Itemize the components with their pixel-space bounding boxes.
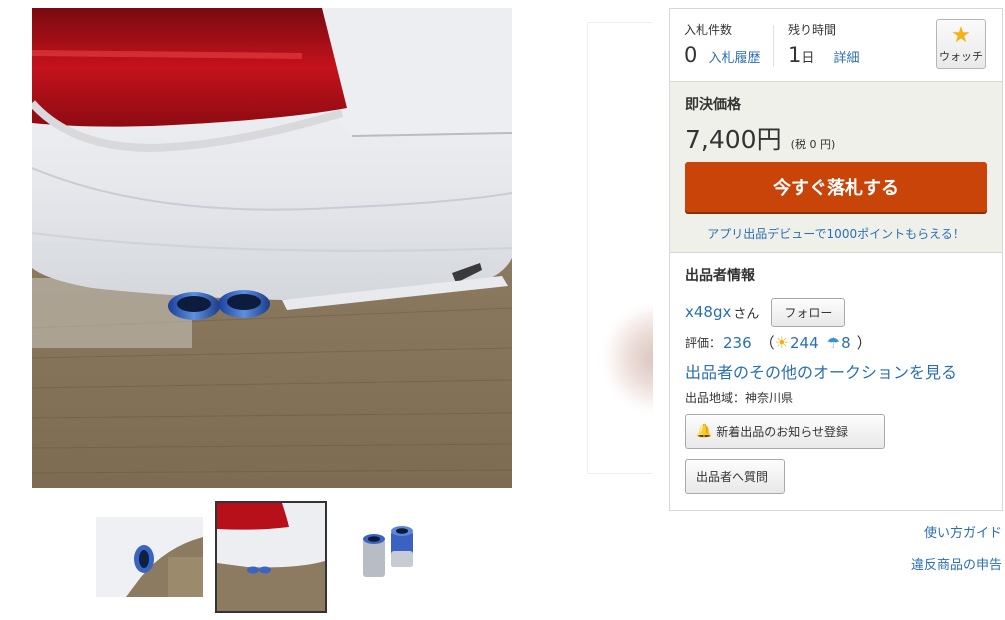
watch-button[interactable]: ★ ウォッチ <box>936 19 986 69</box>
bid-status-row: 入札件数 0 入札履歴 残り時間 1日 詳細 ★ ウォッチ <box>670 9 1002 81</box>
footer-links: 使い方ガイド 違反商品の申告 <box>911 522 1002 586</box>
seller-rating: 評価： 236 （ ☀ 244 ☂ 8 ） <box>685 332 987 353</box>
buy-now-button[interactable]: 今すぐ落札する <box>685 162 987 212</box>
time-left-value: 1 <box>788 43 802 67</box>
auction-info-panel: 入札件数 0 入札履歴 残り時間 1日 詳細 ★ ウォッチ 即決価格 7,400… <box>669 8 1003 511</box>
umbrella-icon: ☂ <box>826 333 841 352</box>
watch-label: ウォッチ <box>939 50 983 63</box>
blurred-preview <box>603 303 653 413</box>
ask-seller-button[interactable]: 出品者へ質問 <box>685 459 785 494</box>
tax-note: (税 0 円) <box>790 138 836 151</box>
buy-now-box: 即決価格 7,400円 (税 0 円) 今すぐ落札する アプリ出品デビューで10… <box>670 81 1002 253</box>
good-rating-link[interactable]: 244 <box>790 334 819 352</box>
buy-now-title: 即決価格 <box>685 97 741 113</box>
report-violation-link[interactable]: 違反商品の申告 <box>911 554 1002 573</box>
bell-icon: 🔔 <box>696 424 713 439</box>
time-left-unit: 日 <box>801 51 815 66</box>
next-image-preview[interactable] <box>587 22 653 474</box>
seller-name-link[interactable]: x48gx <box>685 303 731 321</box>
star-icon: ★ <box>951 23 971 48</box>
time-left-label: 残り時間 <box>788 23 837 37</box>
bid-history-link[interactable]: 入札履歴 <box>708 51 760 66</box>
thumbnail-3[interactable] <box>339 517 447 597</box>
seller-info: 出品者情報 x48gx さん フォロー 評価： 236 （ ☀ 244 ☂ 8 … <box>670 253 1002 506</box>
bid-count-value: 0 <box>684 43 698 67</box>
rating-total-link[interactable]: 236 <box>723 334 752 352</box>
bid-count-block: 入札件数 0 入札履歴 <box>684 21 760 67</box>
time-left-block: 残り時間 1日 詳細 <box>788 21 860 67</box>
sun-icon: ☀ <box>774 333 790 352</box>
app-promo-link[interactable]: アプリ出品デビューで1000ポイントもらえる！ <box>685 225 987 242</box>
thumbnail-2[interactable] <box>215 501 327 613</box>
bad-rating-link[interactable]: 8 <box>841 334 851 352</box>
follow-button[interactable]: フォロー <box>771 297 846 327</box>
seller-section-title: 出品者情報 <box>685 268 755 284</box>
seller-honorific: さん <box>733 306 760 322</box>
new-listing-notify-button[interactable]: 🔔 新着出品のお知らせ登録 <box>685 414 885 449</box>
notify-label: 新着出品のお知らせ登録 <box>716 425 848 439</box>
rating-close-paren: ） <box>856 334 872 352</box>
seller-region: 出品地域：神奈川県 <box>685 391 794 405</box>
other-auctions-link[interactable]: 出品者のその他のオークションを見る <box>685 359 987 383</box>
thumbnail-1[interactable] <box>96 517 203 597</box>
ask-seller-label: 出品者へ質問 <box>696 470 769 484</box>
buy-now-price: 7,400円 <box>685 125 782 154</box>
time-detail-link[interactable]: 詳細 <box>833 51 859 66</box>
auction-page: 入札件数 0 入札履歴 残り時間 1日 詳細 ★ ウォッチ 即決価格 7,400… <box>0 0 1005 620</box>
rating-label: 評価： <box>685 336 722 350</box>
bid-count-label: 入札件数 <box>684 23 733 37</box>
rating-open-paren: （ <box>759 334 775 352</box>
divider <box>773 25 774 67</box>
usage-guide-link[interactable]: 使い方ガイド <box>911 522 1002 541</box>
main-product-image[interactable] <box>32 8 512 488</box>
